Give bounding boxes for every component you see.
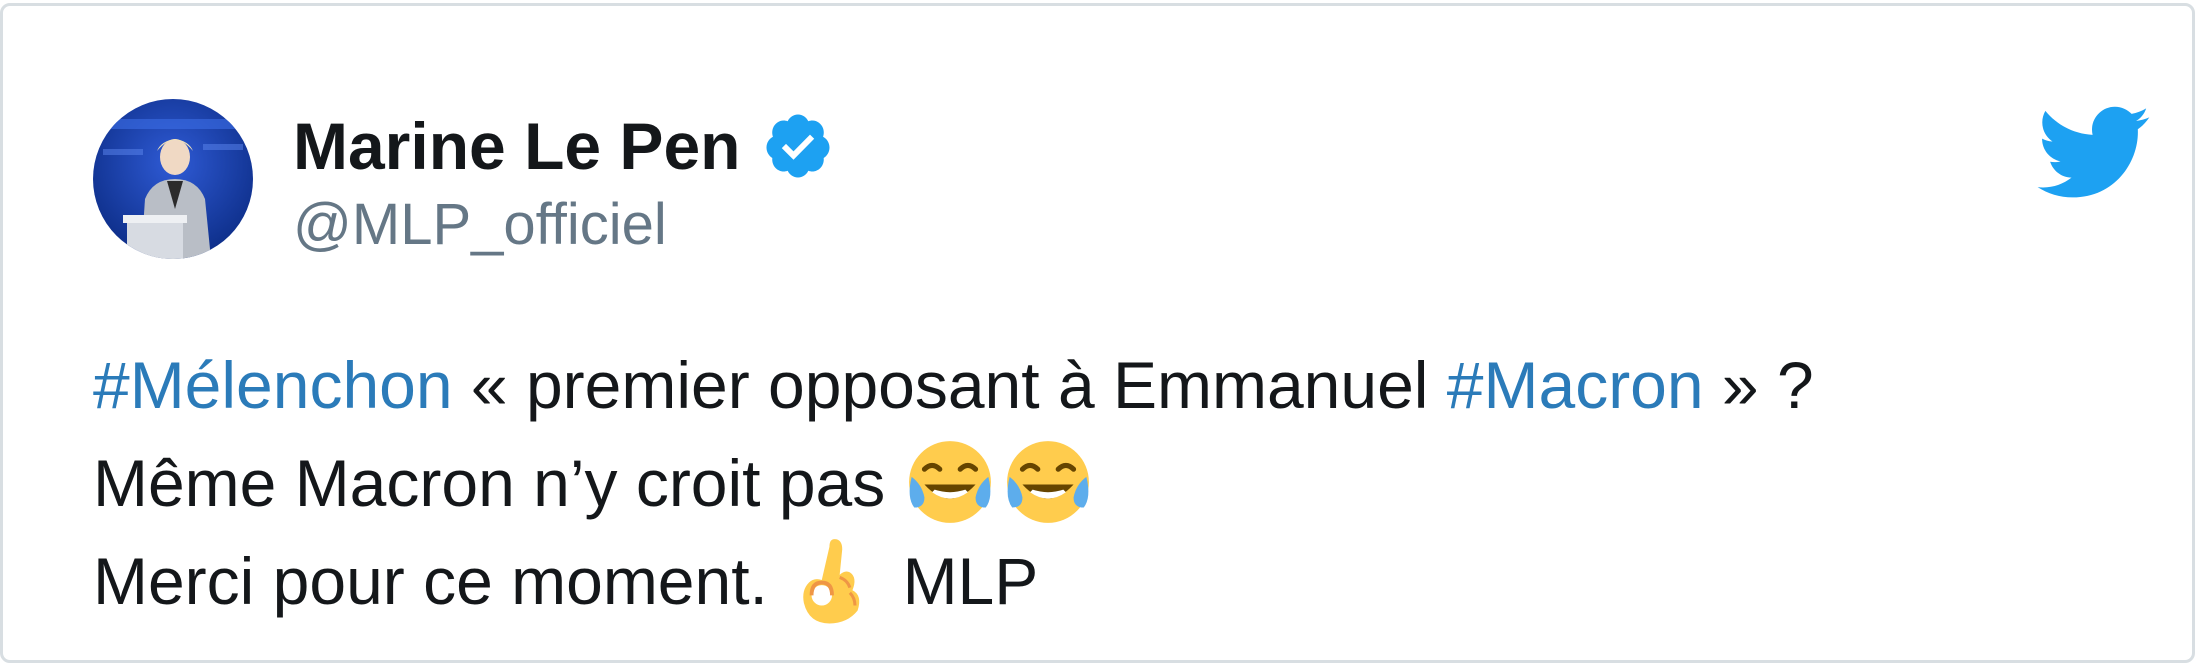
ok-hand-emoji-icon (786, 534, 878, 626)
hashtag-link[interactable]: #Macron (1447, 348, 1704, 422)
tweet-text-segment: Merci pour ce moment. (93, 544, 787, 618)
tweet-text: #Mélenchon « premier opposant à Emmanuel… (93, 336, 1814, 630)
twitter-bird-icon[interactable] (2033, 106, 2151, 202)
author-handle[interactable]: @MLP_officiel (293, 196, 667, 254)
tweet-line-1: #Mélenchon « premier opposant à Emmanuel… (93, 336, 1814, 434)
author-name-row: Marine Le Pen (293, 106, 834, 186)
hashtag-link[interactable]: #Mélenchon (93, 348, 453, 422)
tears-of-joy-emoji-icon (904, 436, 996, 528)
tweet-line-2: Même Macron n’y croit pas (93, 434, 1814, 532)
verified-badge-icon (762, 110, 834, 182)
tweet-line-3: Merci pour ce moment. MLP (93, 532, 1814, 630)
author-avatar[interactable] (93, 99, 253, 259)
tweet-text-segment: Même Macron n’y croit pas (93, 446, 904, 520)
tears-of-joy-emoji-icon (1002, 436, 1094, 528)
tweet-text-segment: « premier opposant à Emmanuel (452, 348, 1447, 422)
tweet-card: Marine Le Pen @MLP_officiel #Mélenchon «… (0, 3, 2195, 663)
tweet-text-segment: » ? (1703, 348, 1814, 422)
author-display-name[interactable]: Marine Le Pen (293, 113, 740, 179)
tweet-text-segment: MLP (884, 544, 1039, 618)
